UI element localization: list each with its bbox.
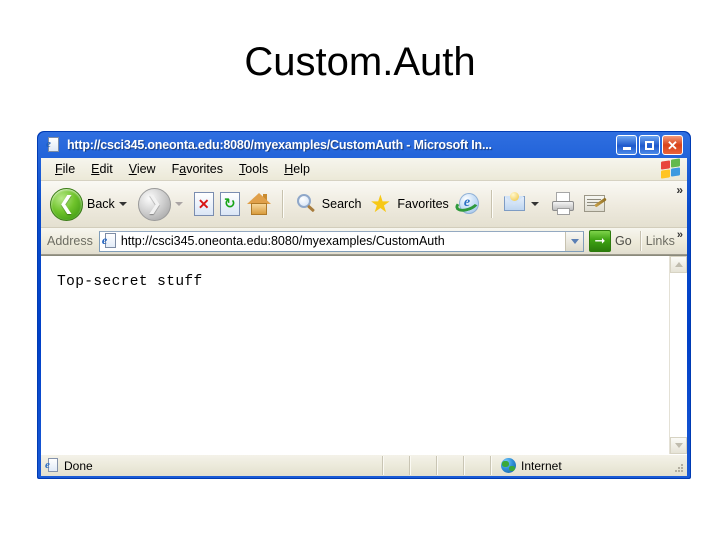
address-label: Address — [47, 234, 93, 248]
menu-item-favorites[interactable]: Favorites — [164, 161, 231, 177]
favorites-button-label: Favorites — [397, 197, 449, 211]
status-pane-2 — [410, 456, 437, 475]
edit-icon — [582, 192, 608, 216]
menu-item-edit[interactable]: Edit — [83, 161, 121, 177]
address-input[interactable]: e http://csci345.oneonta.edu:8080/myexam… — [98, 230, 584, 252]
status-bar: e Done Internet — [41, 454, 687, 476]
title-bar[interactable]: e http://csci345.oneonta.edu:8080/myexam… — [41, 132, 687, 158]
page-viewport: Top-secret stuff — [41, 255, 687, 454]
toolbar-separator-2 — [490, 190, 493, 218]
home-icon — [246, 192, 272, 216]
security-zone-pane[interactable]: Internet — [491, 456, 687, 475]
mail-icon — [503, 192, 527, 216]
favorites-star-icon: ★ — [369, 190, 392, 218]
scroll-down-button[interactable] — [670, 437, 687, 454]
window-title: http://csci345.oneonta.edu:8080/myexampl… — [67, 138, 492, 152]
security-zone-text: Internet — [521, 458, 562, 473]
address-separator — [639, 231, 642, 251]
address-bar: Address e http://csci345.oneonta.edu:808… — [41, 228, 687, 255]
close-button[interactable]: ✕ — [662, 135, 683, 155]
browser-client: File Edit View Favorites Tools Help ❮ Ba… — [41, 158, 687, 476]
back-dropdown-icon[interactable] — [118, 202, 127, 206]
menu-bar: File Edit View Favorites Tools Help — [41, 158, 687, 181]
go-button[interactable]: ➞ Go — [584, 230, 636, 252]
scroll-up-button[interactable] — [670, 256, 687, 273]
address-dropdown-button[interactable] — [565, 231, 583, 251]
browser-window: e http://csci345.oneonta.edu:8080/myexam… — [37, 131, 691, 479]
resize-grip[interactable] — [673, 462, 685, 474]
refresh-icon: ↻ — [219, 192, 240, 216]
stop-button[interactable]: ✕ — [191, 184, 217, 224]
status-pane-1 — [383, 456, 410, 475]
status-pane-3 — [437, 456, 464, 475]
favorites-button[interactable]: ★ Favorites — [364, 184, 451, 224]
menu-item-help[interactable]: Help — [276, 161, 318, 177]
media-button[interactable]: e — [452, 184, 484, 224]
ie-page-icon: e — [46, 137, 62, 153]
menu-item-file[interactable]: File — [47, 161, 83, 177]
forward-button[interactable]: ❯ — [135, 184, 191, 224]
back-icon: ❮ — [50, 187, 83, 221]
toolbar-separator — [281, 190, 284, 218]
back-button-label: Back — [87, 197, 115, 211]
window-controls: ✕ — [616, 135, 685, 155]
print-button[interactable] — [547, 184, 579, 224]
ie-favicon-icon: e — [102, 233, 118, 249]
search-button-label: Search — [321, 197, 362, 211]
slide-canvas: Custom.Auth e http://csci345.oneonta.edu… — [0, 0, 720, 540]
vertical-scrollbar[interactable] — [669, 256, 687, 454]
toolbar-overflow-chevron-icon[interactable]: » — [676, 183, 683, 197]
mail-dropdown-icon[interactable] — [530, 202, 539, 206]
menu-item-view[interactable]: View — [121, 161, 164, 177]
page-body-text: Top-secret stuff — [57, 274, 203, 290]
status-message-pane: e Done — [41, 456, 383, 475]
home-button[interactable] — [243, 184, 275, 224]
refresh-button[interactable]: ↻ — [217, 184, 243, 224]
print-icon — [550, 192, 576, 216]
forward-icon: ❯ — [137, 187, 171, 221]
go-arrow-icon: ➞ — [589, 230, 611, 252]
internet-globe-icon — [501, 458, 516, 473]
links-overflow-chevron-icon[interactable]: » — [677, 229, 687, 241]
status-text: Done — [64, 458, 93, 473]
search-icon — [294, 192, 318, 216]
ie-status-icon: e — [45, 457, 60, 474]
page-document: Top-secret stuff — [41, 256, 669, 454]
stop-icon: ✕ — [193, 192, 214, 216]
address-url-text: http://csci345.oneonta.edu:8080/myexampl… — [120, 234, 445, 248]
edit-button[interactable] — [579, 184, 611, 224]
page-title: Custom.Auth — [244, 40, 476, 84]
maximize-button[interactable] — [639, 135, 660, 155]
links-bar-label[interactable]: Links — [646, 234, 677, 248]
windows-flag-logo — [660, 158, 682, 179]
menu-item-tools[interactable]: Tools — [231, 161, 276, 177]
minimize-button[interactable] — [616, 135, 637, 155]
scrollbar-track[interactable] — [670, 273, 687, 437]
forward-dropdown-icon[interactable] — [174, 202, 183, 206]
status-pane-4 — [464, 456, 491, 475]
mail-button[interactable] — [500, 184, 547, 224]
search-button[interactable]: Search — [291, 184, 365, 224]
back-button[interactable]: ❮ Back — [47, 184, 135, 224]
media-icon: e — [453, 192, 481, 216]
go-button-label: Go — [615, 234, 632, 248]
main-toolbar: ❮ Back ❯ ✕ ↻ Search ★ Favorites e » — [41, 181, 687, 228]
